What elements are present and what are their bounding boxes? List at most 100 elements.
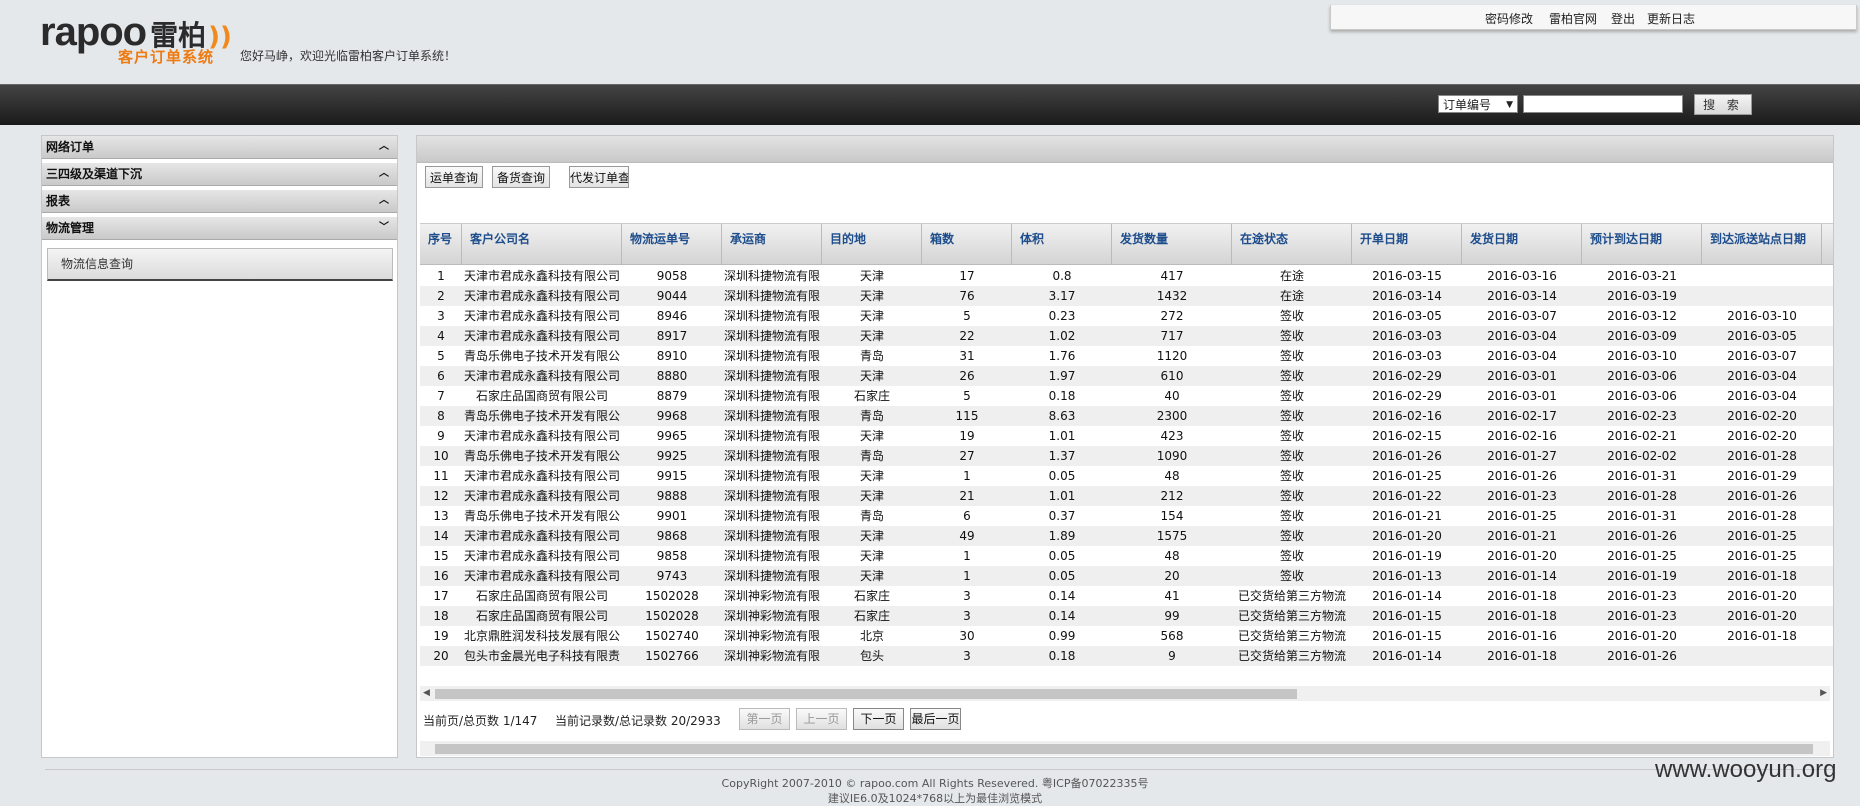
table-row[interactable]: 11 天津市君成永鑫科技有限公司 9915 深圳科捷物流有限 天津 1 0.05 48 签收 20… — [420, 466, 1833, 486]
table-row[interactable]: 7 石家庄品国商贸有限公司 8879 深圳科捷物流有限 石家庄 5 0.18 40 签收 2016… — [420, 386, 1833, 406]
cell-seq: 6 — [437, 369, 445, 383]
column-header-waybill[interactable]: 物流运单号 — [622, 224, 722, 264]
cell-order-date: 2016-02-16 — [1372, 409, 1442, 423]
column-header-arrival-date[interactable]: 到达派送站点日期 — [1702, 224, 1822, 264]
table-row[interactable]: 20 包头市金晨光电子科技有限责 1502766 深圳神彩物流有限 包头 3 0.18 9 已交… — [420, 646, 1833, 666]
sidebar-section-online-orders[interactable]: 网络订单 ︿ — [42, 136, 397, 159]
cell-destination: 包头 — [859, 649, 884, 663]
column-header-company[interactable]: 客户公司名 — [462, 224, 622, 264]
header: rapoo 雷柏)) 客户订单系统 您好马峥，欢迎光临雷柏客户订单系统！ 密码修改… — [0, 0, 1860, 84]
cell-arrival-date — [1702, 646, 1822, 666]
cell-status: 签收 — [1279, 369, 1304, 383]
cell-destination: 天津 — [859, 429, 884, 443]
waybill-query-button[interactable]: 运单查询 — [425, 166, 483, 188]
cell-waybill: 9925 — [656, 449, 688, 463]
scroll-left-arrow-icon[interactable]: ◀ — [423, 686, 430, 701]
sidebar-section-logistics[interactable]: 物流管理 ﹀ — [42, 217, 397, 240]
logout-link[interactable]: 登出 — [1611, 10, 1635, 27]
table-row[interactable]: 6 天津市君成永鑫科技有限公司 8880 深圳科捷物流有限 天津 26 1.97 610 签收 2… — [420, 366, 1833, 386]
table-row[interactable]: 10 青岛乐佛电子技术开发有限公 9925 深圳科捷物流有限 青岛 27 1.37 1090 签… — [420, 446, 1833, 466]
cell-arrival-date — [1702, 266, 1822, 286]
cell-destination: 天津 — [859, 529, 884, 543]
table-row[interactable]: 17 石家庄品国商贸有限公司 1502028 深圳神彩物流有限 石家庄 3 0.14 41 已交… — [420, 586, 1833, 606]
column-header-eta[interactable]: 预计到达日期 — [1582, 224, 1702, 264]
horizontal-scrollbar[interactable]: ◀ ▶ — [420, 686, 1830, 701]
column-header-order-date[interactable]: 开单日期 — [1352, 224, 1462, 264]
changelog-link[interactable]: 更新日志 — [1647, 10, 1695, 27]
cell-seq: 19 — [433, 629, 449, 643]
cell-boxes: 21 — [959, 489, 975, 503]
table-row[interactable]: 18 石家庄品国商贸有限公司 1502028 深圳神彩物流有限 石家庄 3 0.14 99 已交… — [420, 606, 1833, 626]
table-row[interactable]: 9 天津市君成永鑫科技有限公司 9965 深圳科捷物流有限 天津 19 1.01 423 签收 2… — [420, 426, 1833, 446]
stock-query-button[interactable]: 备货查询 — [492, 166, 550, 188]
cell-volume: 0.05 — [1048, 469, 1076, 483]
cell-arrival-date: 2016-01-29 — [1727, 469, 1797, 483]
sidebar-item-logistics-query[interactable]: 物流信息查询 — [47, 248, 393, 281]
cell-quantity: 41 — [1164, 589, 1180, 603]
search-input[interactable] — [1523, 95, 1683, 113]
cell-quantity: 9 — [1168, 649, 1176, 663]
next-page-button[interactable]: 下一页 — [853, 708, 904, 730]
first-page-button[interactable]: 第一页 — [739, 708, 790, 730]
cell-destination: 天津 — [859, 369, 884, 383]
cell-volume: 0.99 — [1048, 629, 1076, 643]
rapoo-website-link[interactable]: 雷柏官网 — [1549, 10, 1597, 27]
previous-page-button[interactable]: 上一页 — [796, 708, 847, 730]
outer-horizontal-scrollbar[interactable] — [420, 741, 1830, 756]
column-header-carrier[interactable]: 承运商 — [722, 224, 822, 264]
cell-arrival-date: 2016-01-20 — [1727, 589, 1797, 603]
cell-waybill: 9888 — [656, 489, 688, 503]
scrollbar-thumb[interactable] — [435, 744, 1813, 754]
table-row[interactable]: 19 北京鼎胜润发科技发展有限公 1502740 深圳神彩物流有限 北京 30 0.99 56… — [420, 626, 1833, 646]
cell-volume: 0.23 — [1048, 309, 1076, 323]
cell-status: 已交货给第三方物流 — [1237, 629, 1346, 643]
password-change-link[interactable]: 密码修改 — [1485, 10, 1533, 27]
sidebar-section-reports[interactable]: 报表 ︿ — [42, 190, 397, 213]
column-header-status[interactable]: 在途状态 — [1232, 224, 1352, 264]
table-row[interactable]: 13 青岛乐佛电子技术开发有限公 9901 深圳科捷物流有限 青岛 6 0.37 154 签收 2… — [420, 506, 1833, 526]
dropship-order-query-button[interactable]: 代发订单查 — [569, 166, 629, 188]
sidebar-section-label: 报表 — [46, 194, 71, 208]
table-row[interactable]: 14 天津市君成永鑫科技有限公司 9868 深圳科捷物流有限 天津 49 1.89 1575 签… — [420, 526, 1833, 546]
cell-quantity: 48 — [1164, 549, 1180, 563]
cell-quantity: 568 — [1160, 629, 1184, 643]
table-row[interactable]: 2 天津市君成永鑫科技有限公司 9044 深圳科捷物流有限 天津 76 3.17 1432 在途… — [420, 286, 1833, 306]
sidebar-section-label: 三四级及渠道下沉 — [46, 167, 143, 181]
cell-eta: 2016-01-23 — [1607, 589, 1677, 603]
table-row[interactable]: 12 天津市君成永鑫科技有限公司 9888 深圳科捷物流有限 天津 21 1.01 212 签收… — [420, 486, 1833, 506]
column-header-destination[interactable]: 目的地 — [822, 224, 922, 264]
cell-destination: 天津 — [859, 549, 884, 563]
cell-status: 已交货给第三方物流 — [1237, 609, 1346, 623]
scrollbar-thumb[interactable] — [435, 689, 1297, 699]
table-row[interactable]: 15 天津市君成永鑫科技有限公司 9858 深圳科捷物流有限 天津 1 0.05 48 签收 20… — [420, 546, 1833, 566]
search-button[interactable]: 搜 索 — [1694, 94, 1752, 115]
column-header-quantity[interactable]: 发货数量 — [1112, 224, 1232, 264]
cell-status: 已交货给第三方物流 — [1237, 589, 1346, 603]
table-row[interactable]: 16 天津市君成永鑫科技有限公司 9743 深圳科捷物流有限 天津 1 0.05 20 签收 20… — [420, 566, 1833, 586]
search-field-select[interactable]: 订单编号 ▼ — [1438, 95, 1518, 113]
scroll-right-arrow-icon[interactable]: ▶ — [1820, 686, 1827, 701]
last-page-button[interactable]: 最后一页 — [910, 708, 961, 730]
table-row[interactable]: 8 青岛乐佛电子技术开发有限公 9968 深圳科捷物流有限 青岛 115 8.63 2300 签… — [420, 406, 1833, 426]
cell-destination: 青岛 — [859, 509, 884, 523]
cell-quantity: 1090 — [1156, 449, 1188, 463]
column-header-ship-date[interactable]: 发货日期 — [1462, 224, 1582, 264]
column-header-boxes[interactable]: 箱数 — [922, 224, 1012, 264]
cell-ship-date: 2016-01-14 — [1487, 569, 1557, 583]
table-row[interactable]: 1 天津市君成永鑫科技有限公司 9058 深圳科捷物流有限 天津 17 0.8 417 在途 20… — [420, 266, 1833, 286]
table-row[interactable]: 3 天津市君成永鑫科技有限公司 8946 深圳科捷物流有限 天津 5 0.23 272 签收 20… — [420, 306, 1833, 326]
column-header-seq[interactable]: 序号 — [420, 224, 462, 264]
cell-company: 石家庄品国商贸有限公司 — [475, 389, 608, 403]
column-header-volume[interactable]: 体积 — [1012, 224, 1112, 264]
cell-boxes: 5 — [963, 309, 971, 323]
cell-destination: 天津 — [859, 569, 884, 583]
sidebar-section-channel-sinking[interactable]: 三四级及渠道下沉 ︿ — [42, 163, 397, 186]
cell-carrier: 深圳科捷物流有限 — [723, 549, 820, 563]
table-row[interactable]: 5 青岛乐佛电子技术开发有限公 8910 深圳科捷物流有限 青岛 31 1.76 1120 签收… — [420, 346, 1833, 366]
cell-volume: 1.89 — [1048, 529, 1076, 543]
cell-seq: 12 — [433, 489, 449, 503]
cell-destination: 北京 — [859, 629, 884, 643]
cell-quantity: 717 — [1160, 329, 1184, 343]
cell-arrival-date — [1702, 286, 1822, 306]
table-row[interactable]: 4 天津市君成永鑫科技有限公司 8917 深圳科捷物流有限 天津 22 1.02 717 签收 2… — [420, 326, 1833, 346]
